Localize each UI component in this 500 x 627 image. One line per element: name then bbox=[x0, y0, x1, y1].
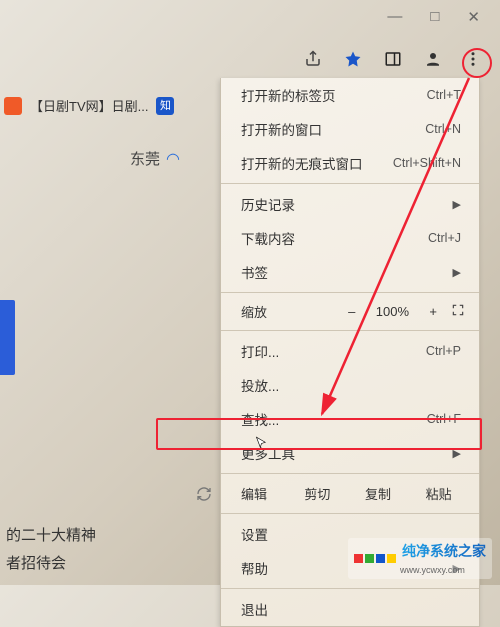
content-line-2: 者招待会 bbox=[6, 552, 66, 573]
menu-shortcut: Ctrl+T bbox=[427, 88, 461, 102]
menu-new-window[interactable]: 打开新的窗口 Ctrl+N bbox=[221, 112, 479, 146]
zoom-percent: 100% bbox=[369, 304, 415, 319]
profile-icon[interactable] bbox=[424, 50, 442, 71]
menu-cast[interactable]: 投放... bbox=[221, 368, 479, 402]
tab-title[interactable]: 【日剧TV网】日剧... bbox=[30, 96, 148, 115]
chevron-right-icon: ▶ bbox=[453, 266, 461, 279]
menu-label: 书签 bbox=[241, 262, 268, 282]
chevron-right-icon: ▶ bbox=[453, 447, 461, 460]
menu-label: 退出 bbox=[241, 599, 268, 619]
menu-label: 设置 bbox=[241, 524, 268, 544]
kebab-icon[interactable] bbox=[464, 50, 482, 71]
menu-separator bbox=[221, 473, 479, 474]
menu-shortcut: Ctrl+Shift+N bbox=[393, 156, 461, 170]
menu-print[interactable]: 打印... Ctrl+P bbox=[221, 334, 479, 368]
fullscreen-icon[interactable] bbox=[451, 303, 465, 320]
star-icon[interactable] bbox=[344, 50, 362, 71]
panel-icon[interactable] bbox=[384, 50, 402, 71]
tab-favicon bbox=[4, 97, 22, 115]
tab-favicon-2: 知 bbox=[156, 97, 174, 115]
menu-history[interactable]: 历史记录 ▶ bbox=[221, 187, 479, 221]
menu-separator bbox=[221, 513, 479, 514]
sidebar-accent bbox=[0, 300, 15, 375]
menu-label: 帮助 bbox=[241, 558, 268, 578]
menu-label: 投放... bbox=[241, 375, 279, 395]
close-icon[interactable]: ✕ bbox=[467, 8, 480, 26]
menu-separator bbox=[221, 330, 479, 331]
maximize-icon[interactable]: □ bbox=[430, 8, 439, 26]
menu-shortcut: Ctrl+F bbox=[427, 412, 461, 426]
menu-label: 打开新的标签页 bbox=[241, 85, 336, 105]
menu-find[interactable]: 查找... Ctrl+F bbox=[221, 402, 479, 436]
watermark: 纯净系统之家 www.ycwxy.com bbox=[348, 538, 492, 579]
menu-zoom: 缩放 – 100% + bbox=[221, 296, 479, 327]
menu-label: 历史记录 bbox=[241, 194, 295, 214]
refresh-icon[interactable] bbox=[196, 486, 212, 505]
menu-label: 打开新的无痕式窗口 bbox=[241, 153, 363, 173]
menu-separator bbox=[221, 183, 479, 184]
watermark-text: 纯净系统之家 bbox=[402, 543, 486, 559]
menu-shortcut: Ctrl+N bbox=[425, 122, 461, 136]
share-icon[interactable] bbox=[304, 50, 322, 71]
edit-copy[interactable]: 复制 bbox=[348, 484, 409, 503]
zoom-in-button[interactable]: + bbox=[429, 304, 437, 319]
menu-label: 缩放 bbox=[241, 302, 267, 321]
menu-new-tab[interactable]: 打开新的标签页 Ctrl+T bbox=[221, 78, 479, 112]
menu-label: 打印... bbox=[241, 341, 279, 361]
edit-paste[interactable]: 粘贴 bbox=[408, 484, 469, 503]
menu-label: 查找... bbox=[241, 409, 279, 429]
watermark-url: www.ycwxy.com bbox=[400, 565, 465, 575]
zoom-out-button[interactable]: – bbox=[348, 304, 355, 319]
menu-shortcut: Ctrl+J bbox=[428, 231, 461, 245]
menu-edit: 编辑 剪切 复制 粘贴 bbox=[221, 477, 479, 510]
menu-label: 下载内容 bbox=[241, 228, 295, 248]
content-line-1: 的二十大精神 bbox=[6, 524, 96, 545]
menu-label: 编辑 bbox=[241, 484, 287, 503]
weather-icon: ◠ bbox=[166, 149, 180, 169]
minimize-icon[interactable]: — bbox=[387, 8, 402, 26]
menu-shortcut: Ctrl+P bbox=[426, 344, 461, 358]
menu-incognito[interactable]: 打开新的无痕式窗口 Ctrl+Shift+N bbox=[221, 146, 479, 180]
menu-separator bbox=[221, 588, 479, 589]
chevron-right-icon: ▶ bbox=[453, 198, 461, 211]
menu-label: 打开新的窗口 bbox=[241, 119, 322, 139]
menu-separator bbox=[221, 292, 479, 293]
menu-bookmarks[interactable]: 书签 ▶ bbox=[221, 255, 479, 289]
menu-exit[interactable]: 退出 bbox=[221, 592, 479, 626]
menu-downloads[interactable]: 下载内容 Ctrl+J bbox=[221, 221, 479, 255]
watermark-logo-icon bbox=[354, 554, 396, 563]
cursor-icon bbox=[254, 436, 269, 454]
city-label: 东莞 bbox=[130, 148, 160, 169]
edit-cut[interactable]: 剪切 bbox=[287, 484, 348, 503]
